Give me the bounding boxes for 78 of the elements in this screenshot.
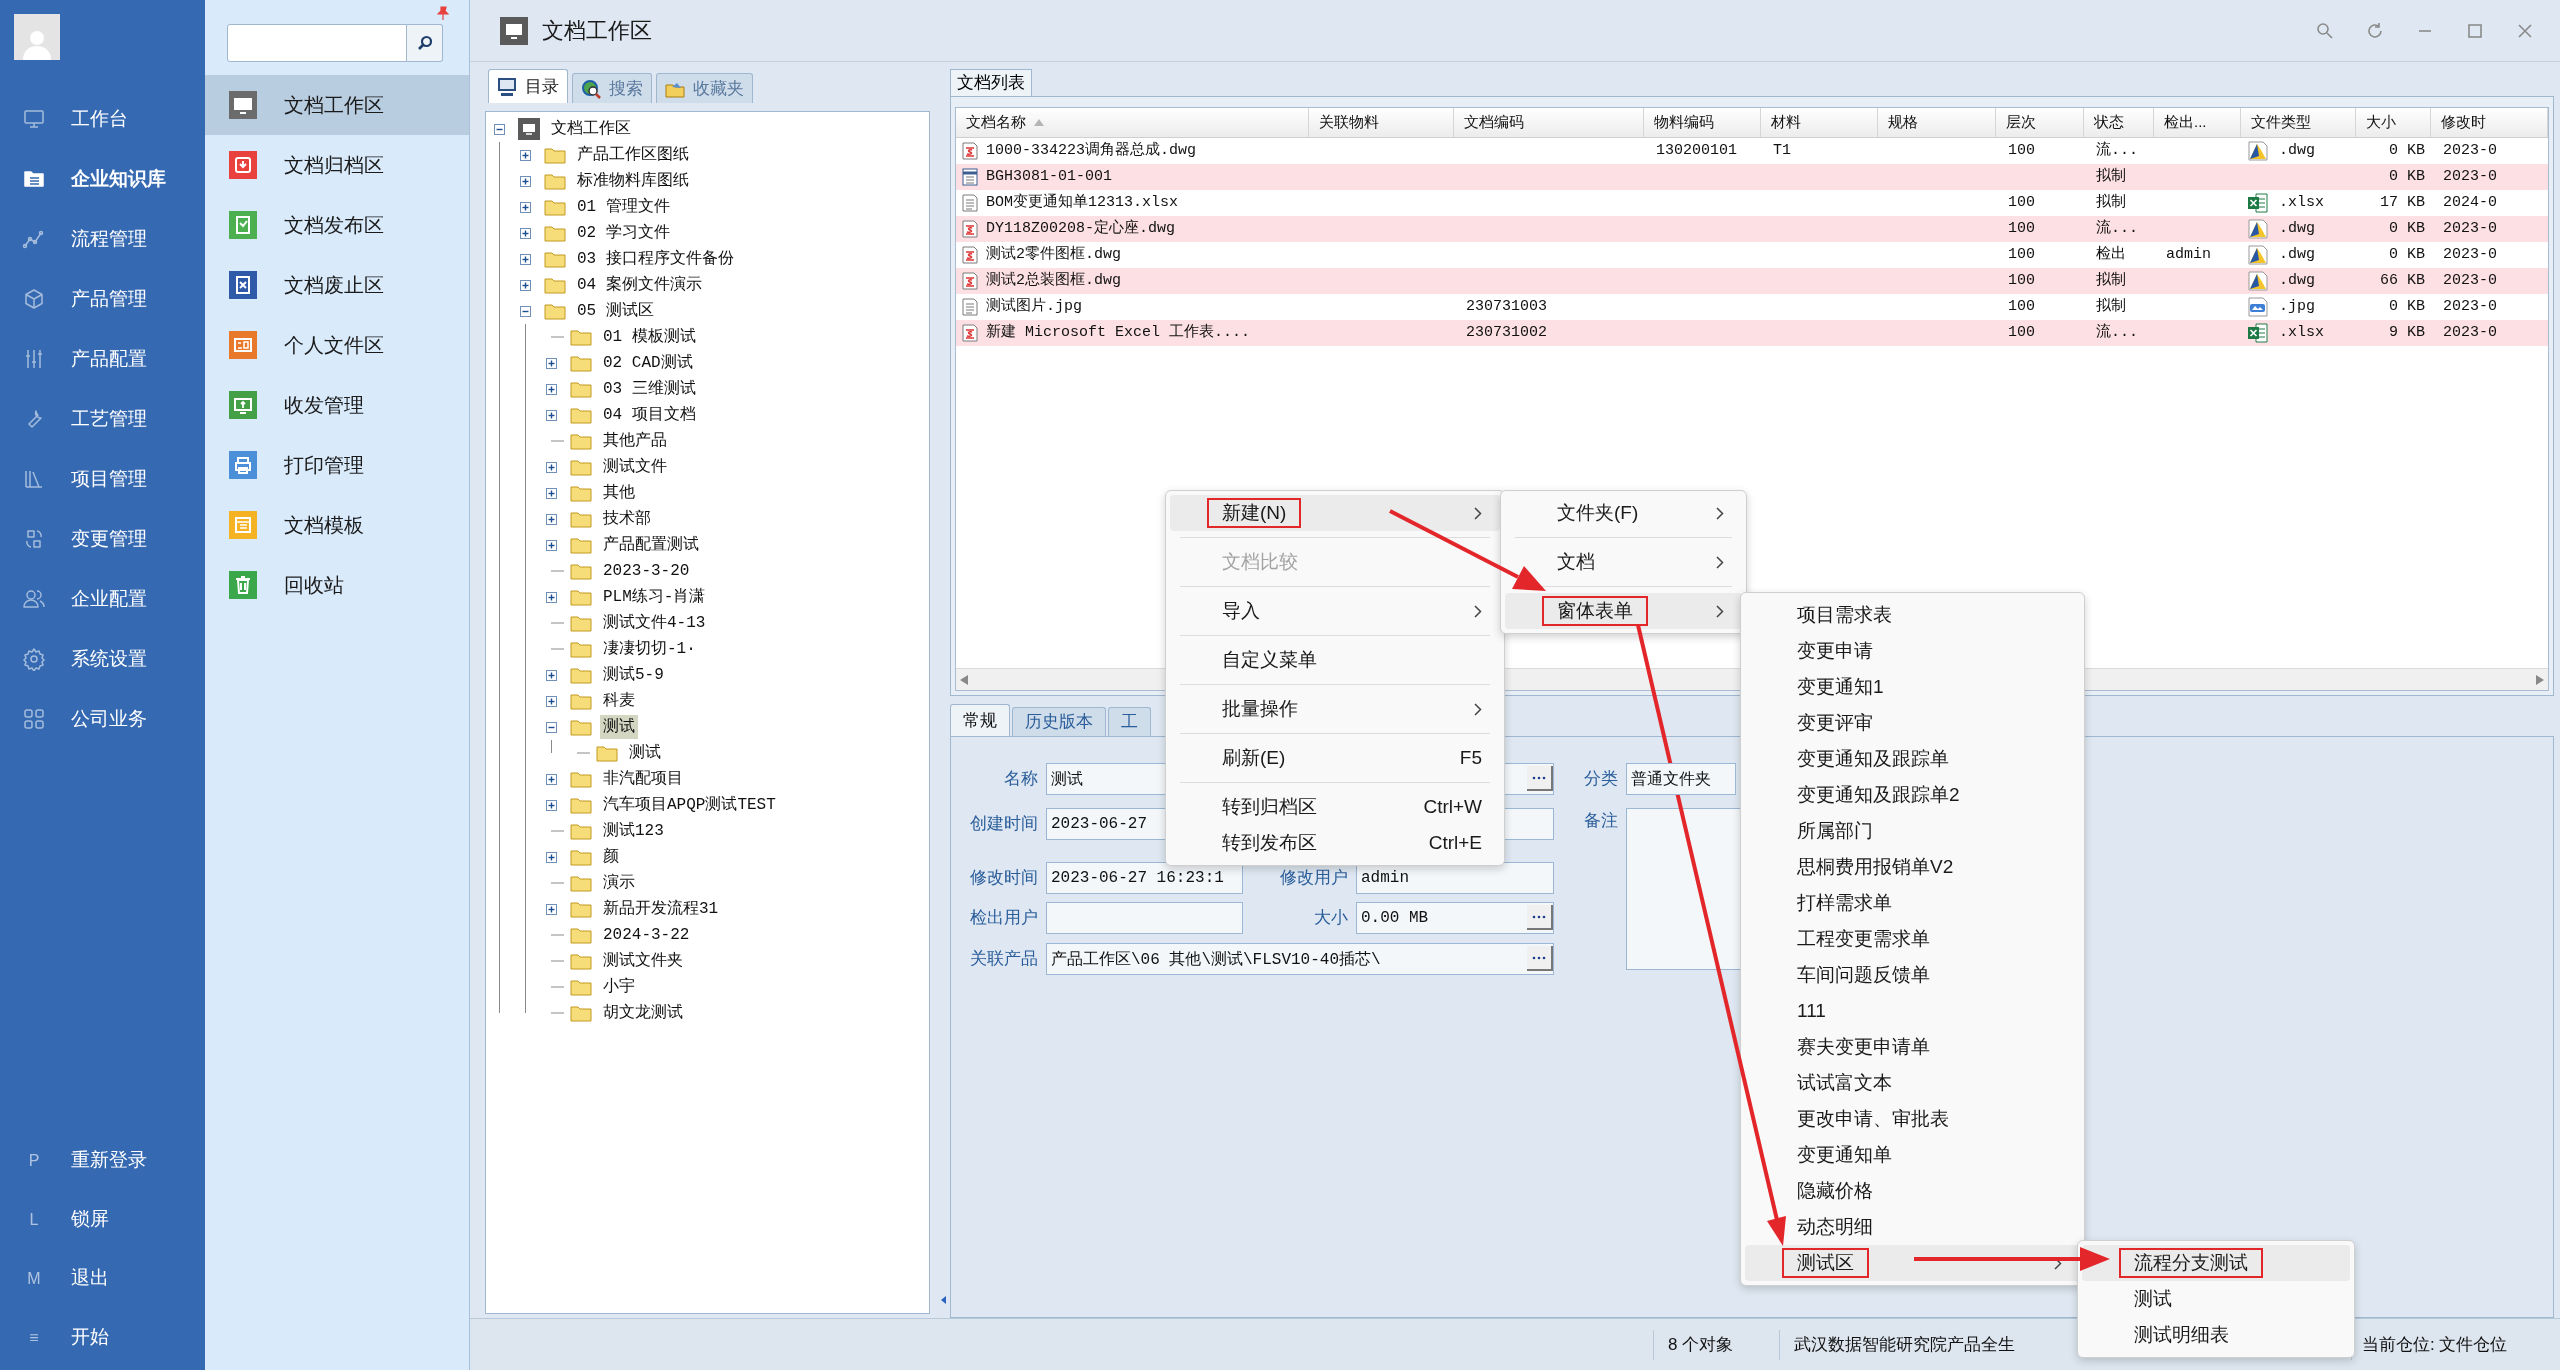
table-cell-text: 2023-0 bbox=[2443, 270, 2497, 291]
table-cell-text: 100 bbox=[2008, 322, 2035, 343]
nav-label: 锁屏 bbox=[71, 1207, 109, 1232]
field-label: 关联产品 bbox=[969, 948, 1039, 971]
table-cell-text: 0 KB bbox=[2389, 218, 2425, 239]
table-cell-text: .dwg bbox=[2279, 244, 2315, 265]
table-cell-text: 拟制 bbox=[2096, 296, 2126, 317]
tab-label: 收藏夹 bbox=[693, 77, 744, 100]
table-cell-text: 0 KB bbox=[2389, 140, 2425, 161]
table-cell-text: .xlsx bbox=[2279, 192, 2324, 213]
table-cell-text: 拟制 bbox=[2096, 166, 2126, 187]
table-cell-text: 100 bbox=[2008, 218, 2035, 239]
table-cell-text: 检出 bbox=[2096, 244, 2126, 265]
table-cell-text: 0 KB bbox=[2389, 244, 2425, 265]
table-cell-text: 9 KB bbox=[2389, 322, 2425, 343]
table-cell-text: 230731002 bbox=[1466, 322, 1547, 343]
table-cell-text: .jpg bbox=[2279, 296, 2315, 317]
table-cell-text: 100 bbox=[2008, 270, 2035, 291]
table-cell-text: .dwg bbox=[2279, 140, 2315, 161]
field-label: 检出用户 bbox=[969, 907, 1039, 930]
table-cell-text: 230731003 bbox=[1466, 296, 1547, 317]
window-title: 文档工作区 bbox=[542, 17, 652, 45]
table-cell-text: 100 bbox=[2008, 296, 2035, 317]
table-cell-text: 130200101 bbox=[1656, 140, 1737, 161]
table-cell-text: 2024-0 bbox=[2443, 192, 2497, 213]
table-cell-text: BGH3081-01-001 bbox=[986, 166, 1113, 187]
table-cell-text: 2023-0 bbox=[2443, 322, 2497, 343]
tab-label: 搜索 bbox=[609, 77, 643, 100]
table-cell-text: T1 bbox=[1773, 140, 1791, 161]
field-label: 备注 bbox=[1583, 810, 1619, 832]
table-cell-text: 2023-0 bbox=[2443, 166, 2497, 187]
table-cell-text: 100 bbox=[2008, 140, 2035, 161]
table-cell-text: 2023-0 bbox=[2443, 244, 2497, 265]
table-cell-text: DY118Z00208-定心座.dwg bbox=[986, 218, 1176, 239]
key-label: P bbox=[27, 1150, 41, 1171]
table-cell-text: 0 KB bbox=[2389, 166, 2425, 187]
table-cell-text: 100 bbox=[2008, 192, 2035, 213]
table-cell-text: 0 KB bbox=[2389, 296, 2425, 317]
shortcut-label: F5 bbox=[1459, 745, 1482, 770]
tab-label: 目录 bbox=[525, 75, 559, 98]
table-cell-text: 17 KB bbox=[2380, 192, 2425, 213]
table-cell-text: .dwg bbox=[2279, 218, 2315, 239]
status-text: 当前仓位: 文件仓位 bbox=[2362, 1333, 2508, 1356]
nav-label: 退出 bbox=[71, 1266, 109, 1291]
table-cell-text: 流... bbox=[2096, 322, 2138, 343]
nav-label: 重新登录 bbox=[71, 1148, 147, 1173]
table-cell-text: 100 bbox=[2008, 244, 2035, 265]
table-cell-text: 流... bbox=[2096, 218, 2138, 239]
key-label: M bbox=[26, 1268, 42, 1289]
table-cell-text: 拟制 bbox=[2096, 192, 2126, 213]
table-cell-text: 新建 Microsoft Excel 工作表.... bbox=[986, 322, 1251, 343]
table-cell-text: 流... bbox=[2096, 140, 2138, 161]
key-label: L bbox=[28, 1209, 40, 1230]
table-cell-text: 1000-334223调角器总成.dwg bbox=[986, 140, 1197, 161]
table-cell-text: 测试2零件图框.dwg bbox=[986, 244, 1121, 265]
status-text: 武汉数据智能研究院产品全生 bbox=[1794, 1333, 2015, 1356]
shortcut-label: Ctrl+E bbox=[1428, 830, 1482, 855]
table-cell-text: 测试2总装图框.dwg bbox=[986, 270, 1121, 291]
table-cell-text: admin bbox=[2166, 244, 2211, 265]
field-label: 修改时间 bbox=[969, 867, 1039, 890]
table-cell-text: 2023-0 bbox=[2443, 218, 2497, 239]
table-cell-text: 2023-0 bbox=[2443, 296, 2497, 317]
table-cell-text: .dwg bbox=[2279, 270, 2315, 291]
field-label: 创建时间 bbox=[969, 813, 1039, 836]
field-label: 分类 bbox=[1583, 768, 1619, 791]
shortcut-label: Ctrl+W bbox=[1423, 794, 1482, 819]
field-label: 名称 bbox=[1003, 768, 1039, 791]
table-cell-text: BOM变更通知单12313.xlsx bbox=[986, 192, 1179, 213]
table-cell-text: 2023-0 bbox=[2443, 140, 2497, 161]
field-label: 修改用户 bbox=[1279, 867, 1349, 890]
table-cell-text: 测试图片.jpg bbox=[986, 296, 1082, 317]
table-cell-text: 66 KB bbox=[2380, 270, 2425, 291]
key-label: ≡ bbox=[28, 1327, 40, 1348]
table-cell-text: 拟制 bbox=[2096, 270, 2126, 291]
status-text: 8 个对象 bbox=[1668, 1333, 1734, 1356]
nav-label: 开始 bbox=[71, 1325, 109, 1350]
field-label: 大小 bbox=[1313, 907, 1349, 930]
table-cell-text: .xlsx bbox=[2279, 322, 2324, 343]
